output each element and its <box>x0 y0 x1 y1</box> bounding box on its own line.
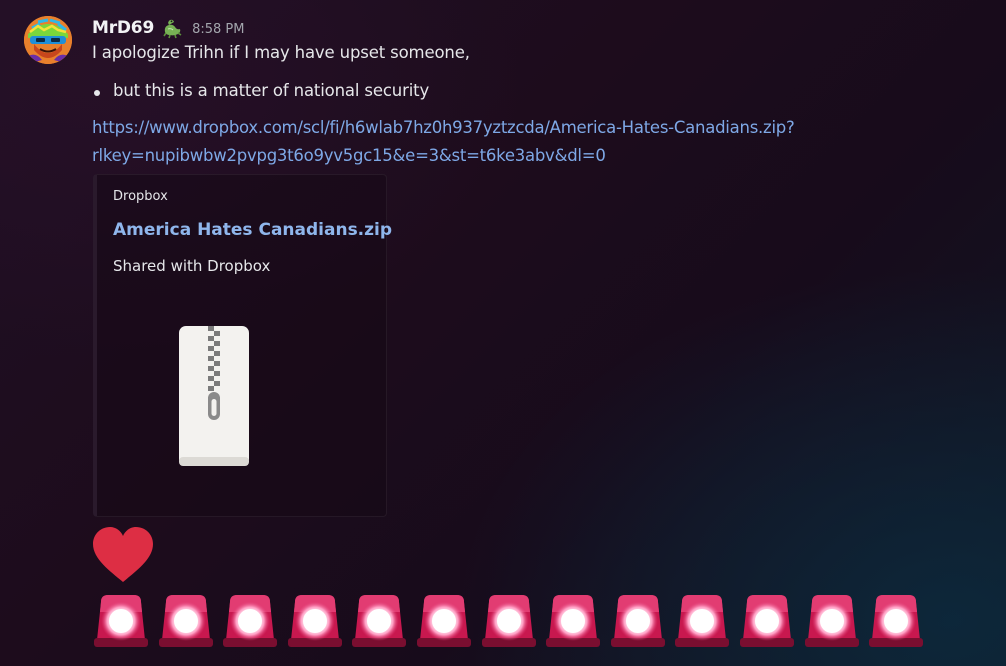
police-siren-emoji[interactable] <box>803 592 861 648</box>
police-siren-emoji[interactable] <box>867 592 925 648</box>
dropbox-link-continued[interactable]: rlkey=nupibwbw2pvpg3t6o9yv5gc15&e=3&st=t… <box>92 146 606 165</box>
police-siren-emoji[interactable] <box>350 592 408 648</box>
police-siren-emoji[interactable] <box>544 592 602 648</box>
embed-description: Shared with Dropbox <box>113 257 271 275</box>
chat-message: MrD69 8:58 PM I apologize Trihn if I may… <box>0 0 1006 666</box>
message-header: MrD69 8:58 PM <box>92 15 244 41</box>
user-avatar[interactable] <box>24 16 72 64</box>
username[interactable]: MrD69 <box>92 18 154 38</box>
police-siren-emoji[interactable] <box>92 592 150 648</box>
siren-emoji-row <box>92 592 932 650</box>
avatar-image <box>24 16 72 64</box>
lizard-icon[interactable] <box>161 17 183 39</box>
police-siren-emoji[interactable] <box>157 592 215 648</box>
message-timestamp[interactable]: 8:58 PM <box>192 19 244 37</box>
link-embed: Dropbox America Hates Canadians.zip Shar… <box>93 174 392 517</box>
embed-provider[interactable]: Dropbox <box>113 189 168 204</box>
dropbox-link[interactable]: https://www.dropbox.com/scl/fi/h6wlab7hz… <box>92 118 795 137</box>
embed-title[interactable]: America Hates Canadians.zip <box>113 220 392 240</box>
red-heart-emoji[interactable] <box>92 526 154 584</box>
police-siren-emoji[interactable] <box>738 592 796 648</box>
message-text-line: I apologize Trihn if I may have upset so… <box>92 43 470 62</box>
police-siren-emoji[interactable] <box>609 592 667 648</box>
police-siren-emoji[interactable] <box>480 592 538 648</box>
police-siren-emoji[interactable] <box>221 592 279 648</box>
police-siren-emoji[interactable] <box>415 592 473 648</box>
police-siren-emoji[interactable] <box>286 592 344 648</box>
bullet-point <box>94 90 100 96</box>
bullet-list-item: but this is a matter of national securit… <box>113 81 430 100</box>
zip-file-icon[interactable] <box>176 323 252 469</box>
police-siren-emoji[interactable] <box>673 592 731 648</box>
